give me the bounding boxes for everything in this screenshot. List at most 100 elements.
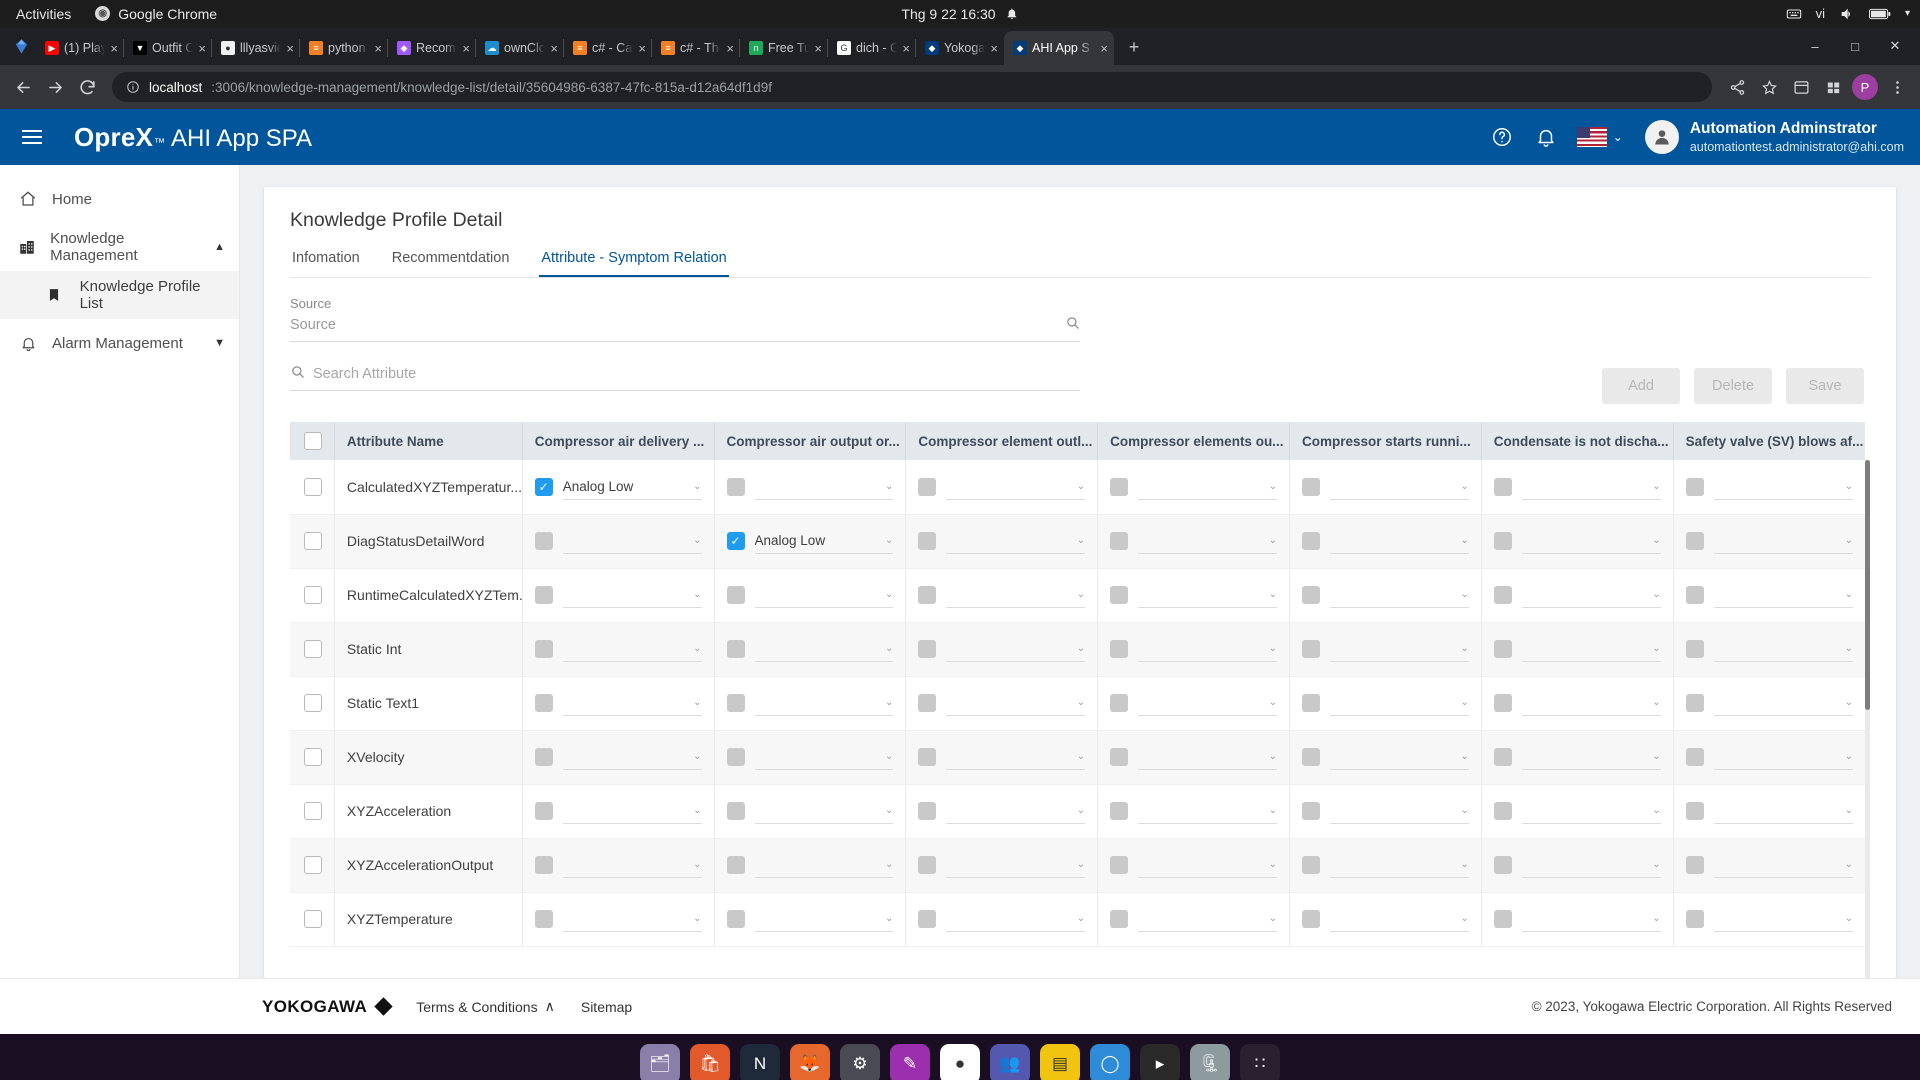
system-clock[interactable]: Thg 9 22 16:30: [901, 6, 1018, 22]
symptom-checkbox[interactable]: [1685, 802, 1704, 820]
terms-link[interactable]: Terms & Conditions ∧: [416, 998, 555, 1015]
chevron-down-icon[interactable]: ⌄: [1460, 481, 1468, 492]
severity-dropdown[interactable]: ⌄: [1713, 690, 1853, 716]
forward-button[interactable]: [40, 72, 70, 102]
symptom-checkbox[interactable]: [1493, 856, 1512, 874]
hamburger-menu-icon[interactable]: [16, 130, 50, 144]
symptom-checkbox[interactable]: [1493, 802, 1512, 820]
severity-dropdown[interactable]: ⌄: [1713, 852, 1853, 878]
chevron-down-icon[interactable]: ⌄: [1077, 535, 1085, 546]
chevron-down-icon[interactable]: ⌄: [885, 589, 893, 600]
chevron-down-icon[interactable]: ⌄: [1845, 481, 1853, 492]
browser-tab[interactable]: ▶ (1) Playlist ×: [36, 31, 124, 65]
share-icon[interactable]: [1722, 72, 1752, 102]
chevron-down-icon[interactable]: ⌄: [885, 535, 893, 546]
browser-tab[interactable]: ≡ python - C ×: [299, 31, 388, 65]
browser-tab[interactable]: ▼ Outfit Cha ×: [123, 31, 212, 65]
symptom-checkbox[interactable]: [1110, 477, 1129, 496]
symptom-checkbox[interactable]: [918, 532, 937, 550]
sitemap-link[interactable]: Sitemap: [581, 999, 632, 1015]
symptom-checkbox[interactable]: [918, 586, 937, 604]
chevron-down-icon[interactable]: ⌄: [1652, 859, 1660, 870]
symptom-checkbox[interactable]: [1110, 586, 1129, 604]
tool-icon[interactable]: ✎: [890, 1044, 930, 1080]
chevron-down-icon[interactable]: ⌄: [693, 535, 701, 546]
add-button[interactable]: Add: [1602, 368, 1680, 404]
symptom-checkbox[interactable]: [1301, 640, 1320, 658]
symptom-checkbox[interactable]: [1493, 694, 1512, 712]
row-checkbox[interactable]: [304, 856, 322, 875]
symptom-checkbox[interactable]: [1301, 910, 1320, 928]
save-button[interactable]: Save: [1786, 368, 1864, 404]
symptom-checkbox[interactable]: [534, 856, 553, 874]
severity-dropdown[interactable]: ⌄: [1329, 636, 1469, 662]
severity-dropdown[interactable]: ⌄: [946, 474, 1086, 500]
symptom-checkbox[interactable]: [1493, 640, 1512, 658]
severity-dropdown[interactable]: ⌄: [1138, 852, 1277, 878]
chevron-down-icon[interactable]: ⌄: [1269, 913, 1277, 924]
severity-dropdown[interactable]: ⌄: [562, 798, 702, 824]
sidebar-item-knowledge-management[interactable]: Knowledge Management ▲: [0, 223, 239, 271]
symptom-checkbox[interactable]: [1110, 694, 1129, 712]
severity-dropdown[interactable]: ⌄: [1329, 852, 1469, 878]
tab-close-icon[interactable]: ×: [550, 42, 558, 55]
symptom-checkbox[interactable]: [918, 856, 937, 874]
sidebar-item-knowledge-profile-list[interactable]: Knowledge Profile List: [0, 271, 239, 319]
symptom-checkbox[interactable]: [726, 477, 745, 496]
severity-dropdown[interactable]: ⌄: [754, 798, 894, 824]
symptom-checkbox[interactable]: [1493, 748, 1512, 766]
chevron-toggle-icon[interactable]: ▲: [214, 241, 225, 253]
notes-icon[interactable]: ▤: [1040, 1044, 1080, 1080]
browser-tab[interactable]: ≡ c# - Canno ×: [563, 31, 652, 65]
symptom-checkbox[interactable]: [534, 532, 553, 550]
select-all-checkbox[interactable]: [304, 432, 322, 450]
symptom-checkbox[interactable]: [534, 802, 553, 820]
severity-dropdown[interactable]: ⌄: [754, 852, 894, 878]
chevron-down-icon[interactable]: ⌄: [1460, 805, 1468, 816]
severity-dropdown[interactable]: ⌄: [1521, 906, 1661, 932]
tab-close-icon[interactable]: ×: [198, 42, 206, 55]
chevron-down-icon[interactable]: ⌄: [1460, 751, 1468, 762]
severity-dropdown[interactable]: ⌄: [946, 798, 1086, 824]
symptom-checkbox[interactable]: [1685, 477, 1704, 496]
row-checkbox[interactable]: [304, 586, 322, 605]
severity-dropdown[interactable]: ⌄: [1521, 690, 1661, 716]
chevron-down-icon[interactable]: ⌄: [1652, 481, 1660, 492]
severity-dropdown[interactable]: ⌄: [1138, 906, 1277, 932]
browser-tab[interactable]: ◆ Recomme ×: [387, 31, 476, 65]
chevron-down-icon[interactable]: ⌄: [885, 643, 893, 654]
severity-dropdown[interactable]: ⌄: [1521, 528, 1661, 554]
chevron-down-icon[interactable]: ⌄: [1460, 697, 1468, 708]
chevron-down-icon[interactable]: ⌄: [1845, 535, 1853, 546]
tab-close-icon[interactable]: ×: [110, 42, 118, 55]
symptom-checkbox[interactable]: [1110, 748, 1129, 766]
chevron-down-icon[interactable]: ⌄: [1077, 481, 1085, 492]
severity-dropdown[interactable]: ⌄: [1521, 744, 1661, 770]
delete-button[interactable]: Delete: [1694, 368, 1772, 404]
severity-dropdown[interactable]: ⌄: [754, 690, 894, 716]
chevron-down-icon[interactable]: ⌄: [1652, 535, 1660, 546]
profile-badge[interactable]: [6, 31, 36, 61]
tab-close-icon[interactable]: ×: [462, 42, 470, 55]
severity-dropdown[interactable]: ⌄: [754, 744, 894, 770]
severity-dropdown[interactable]: ⌄: [754, 582, 894, 608]
notification-bell-icon[interactable]: [1533, 124, 1559, 150]
chevron-down-icon[interactable]: ⌄: [1460, 535, 1468, 546]
symptom-checkbox[interactable]: [1301, 532, 1320, 550]
severity-dropdown[interactable]: Analog Low ⌄: [562, 474, 702, 500]
chevron-down-icon[interactable]: ⌄: [1269, 589, 1277, 600]
symptom-checkbox[interactable]: [726, 640, 745, 658]
severity-dropdown[interactable]: ⌄: [1713, 906, 1853, 932]
symptom-checkbox[interactable]: [1685, 748, 1704, 766]
focused-app-indicator[interactable]: ◉ Google Chrome: [85, 6, 227, 22]
severity-dropdown[interactable]: ⌄: [1521, 798, 1661, 824]
chevron-down-icon[interactable]: ⌄: [1460, 913, 1468, 924]
system-tray[interactable]: vi ▾: [1786, 6, 1910, 22]
tab-close-icon[interactable]: ×: [374, 42, 382, 55]
severity-dropdown[interactable]: ⌄: [562, 690, 702, 716]
chevron-down-icon[interactable]: ⌄: [1845, 697, 1853, 708]
symptom-checkbox[interactable]: [534, 694, 553, 712]
user-profile[interactable]: Automation Adminstrator automationtest.a…: [1644, 119, 1904, 155]
severity-dropdown[interactable]: ⌄: [754, 474, 894, 500]
browser-tab[interactable]: n Free Tutor ×: [739, 31, 828, 65]
